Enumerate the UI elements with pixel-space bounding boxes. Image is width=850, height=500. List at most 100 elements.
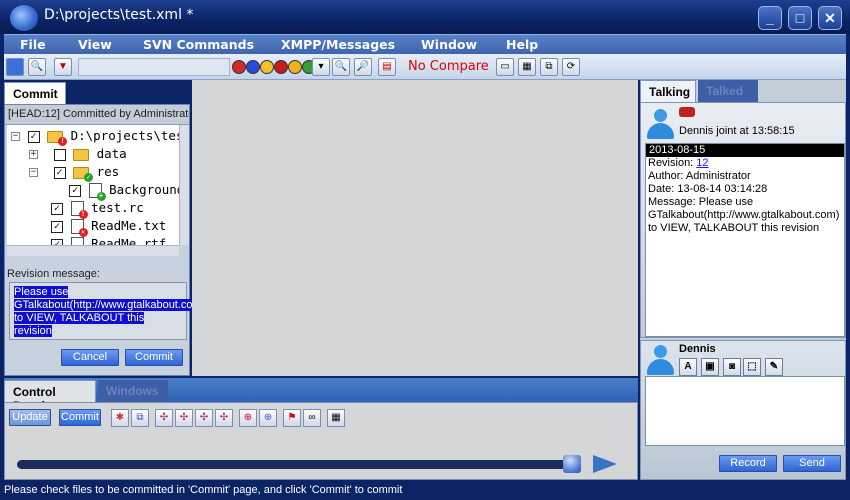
find-icon[interactable]: 🔍	[332, 58, 350, 76]
path-field[interactable]	[78, 58, 230, 76]
status-bar: Please check files to be committed in 'C…	[0, 482, 850, 500]
tree-label: data	[96, 146, 127, 161]
link-icon[interactable]: ∞	[303, 409, 321, 427]
menu-svn-commands[interactable]: SVN Commands	[143, 37, 254, 52]
flag-icon[interactable]: ⚑	[283, 409, 301, 427]
tree-label: ReadMe.rtf	[91, 236, 167, 245]
play-arrow-icon[interactable]	[593, 455, 617, 473]
font-icon[interactable]: A	[679, 358, 697, 376]
menu-view[interactable]: View	[78, 37, 112, 52]
window-title: D:\projects\test.xml *	[44, 7, 194, 23]
tab-commit[interactable]: Commit	[4, 82, 66, 104]
maximize-icon[interactable]: □	[788, 6, 812, 30]
dropdown-icon[interactable]: ▾	[312, 58, 330, 76]
info-message-3: to VIEW, TALKABOUT this revision	[648, 222, 820, 234]
checkbox-checked[interactable]: ✓	[51, 202, 63, 215]
share-icon-4[interactable]: ✣	[215, 409, 233, 427]
phone-icon	[679, 107, 695, 117]
status-w-icon[interactable]	[232, 60, 246, 74]
file-icon: ✕	[70, 219, 88, 237]
menu-bar: File View SVN Commands XMPP/Messages Win…	[4, 34, 846, 54]
camera-icon[interactable]: ◙	[723, 358, 741, 376]
collapse-icon[interactable]: −	[29, 168, 38, 177]
tree-row-background[interactable]: ✓ + Background	[69, 182, 179, 201]
menu-xmpp-messages[interactable]: XMPP/Messages	[281, 37, 395, 52]
cancel-button[interactable]: Cancel	[61, 349, 119, 366]
user-avatar-icon	[645, 345, 675, 375]
info-revision: Revision: 12	[646, 157, 844, 170]
revision-link[interactable]: 12	[696, 157, 708, 169]
export-icon[interactable]: ⧉	[540, 58, 558, 76]
checkbox-checked[interactable]: ✓	[51, 220, 63, 233]
checkbox-checked[interactable]: ✓	[69, 184, 81, 197]
tab-talked[interactable]: Talked	[698, 80, 758, 102]
expand-icon[interactable]: +	[29, 150, 38, 159]
commit-button-bottom[interactable]: Commit	[59, 409, 101, 426]
folder-icon	[73, 148, 90, 161]
file-icon: +	[88, 183, 106, 201]
status-yellow-icon[interactable]	[260, 60, 274, 74]
search-remote-icon[interactable]: ⊕	[239, 409, 257, 427]
tree-row-res[interactable]: − ✓ ✓ res	[29, 164, 120, 182]
tree-label: res	[96, 164, 120, 179]
record-button[interactable]: Record	[719, 455, 777, 472]
tab-talking[interactable]: Talking	[640, 80, 696, 102]
share-icon-1[interactable]: ✣	[155, 409, 173, 427]
refresh-icon[interactable]: ⟳	[562, 58, 580, 76]
compare-status: No Compare	[408, 59, 489, 74]
menu-file[interactable]: File	[20, 37, 46, 52]
update-button[interactable]: Update	[9, 409, 51, 426]
calendar-icon[interactable]: ▦	[327, 409, 345, 427]
revision-message-input[interactable]: Please use GTalkabout(http://www.gtalkab…	[9, 282, 206, 340]
tree-row-root[interactable]: − ✓ ! D:\projects\test	[11, 128, 179, 146]
tree-row-readme-rtf[interactable]: ✓ ReadMe.rtf	[51, 236, 166, 245]
tree-row-test-rc[interactable]: ✓ ! test.rc	[51, 200, 144, 219]
status-orange-icon[interactable]	[288, 60, 302, 74]
compare-icon[interactable]: ▤	[378, 58, 396, 76]
tree-label: Background	[109, 182, 179, 197]
commit-panel: [HEAD:12] Committed by Administrator − ✓…	[4, 104, 206, 376]
status-red-icon[interactable]	[274, 60, 288, 74]
close-icon[interactable]: ✕	[818, 6, 842, 30]
minimize-icon[interactable]: _	[758, 6, 782, 30]
tree-row-readme-txt[interactable]: ✓ ✕ ReadMe.txt	[51, 218, 167, 237]
tree-row-data[interactable]: + data	[29, 146, 127, 164]
filter-icon[interactable]: ▼	[54, 58, 72, 76]
checkbox-checked[interactable]: ✓	[53, 166, 66, 179]
tree-horizontal-scrollbar[interactable]	[7, 245, 179, 256]
menu-window[interactable]: Window	[421, 37, 477, 52]
tree-label: ReadMe.txt	[91, 218, 167, 233]
menu-help[interactable]: Help	[506, 37, 538, 52]
commit-button[interactable]: Commit	[125, 349, 183, 366]
share-icon-2[interactable]: ✣	[175, 409, 193, 427]
chat-message-input[interactable]	[645, 376, 845, 446]
commit-header: [HEAD:12] Committed by Administrator	[5, 105, 189, 125]
toolbar: 🔍 ▼ ▾ 🔍 🔎 ▤ No Compare ▭ ▦ ⧉ ⟳	[4, 54, 846, 80]
find-next-icon[interactable]: 🔎	[354, 58, 372, 76]
collapse-icon[interactable]: −	[11, 132, 20, 141]
screenshot-icon[interactable]: ⬚	[743, 358, 761, 376]
checkbox-unchecked[interactable]	[53, 148, 66, 161]
diff-icon[interactable]: ▭	[496, 58, 514, 76]
timeline-slider[interactable]	[17, 460, 577, 469]
search-folder-icon[interactable]: 🔍	[28, 58, 46, 76]
timeline-slider-thumb[interactable]	[563, 455, 581, 473]
search-local-icon[interactable]: ⊕	[259, 409, 277, 427]
tool-icon[interactable]: ✎	[765, 358, 783, 376]
tree-vertical-scrollbar[interactable]	[179, 125, 189, 245]
send-button[interactable]: Send	[783, 455, 841, 472]
print-icon[interactable]: ▦	[518, 58, 536, 76]
copy-icon[interactable]: ⧉	[131, 409, 149, 427]
open-folder-icon[interactable]	[6, 58, 24, 76]
image-icon[interactable]: ▣	[701, 358, 719, 376]
tab-control-panel[interactable]: Control Panel	[4, 380, 96, 413]
status-blue-icon[interactable]	[246, 60, 260, 74]
revision-prefix: Revision:	[648, 157, 697, 169]
checkbox-checked[interactable]: ✓	[27, 130, 40, 143]
chat-panel: Talking Talked Dennis joint at 13:58:15 …	[640, 80, 846, 480]
tab-windows[interactable]: Windows	[98, 380, 168, 402]
share-icon-3[interactable]: ✣	[195, 409, 213, 427]
file-icon	[70, 237, 84, 245]
network-icon[interactable]: ✱	[111, 409, 129, 427]
control-panel-tabs: Control Panel Windows	[4, 378, 638, 413]
